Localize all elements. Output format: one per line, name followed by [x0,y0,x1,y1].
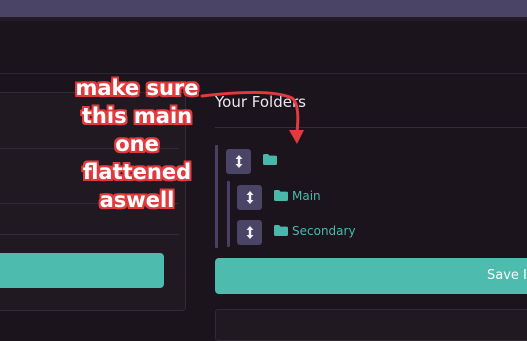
annotation-line: flattened [82,160,192,184]
folder-icon [274,190,288,201]
left-primary-button[interactable] [0,253,164,288]
drag-handle-icon[interactable] [237,220,262,245]
annotation-arrow-icon [200,90,304,144]
window-top-bar [0,0,527,17]
annotation-line: this main [81,104,193,128]
header-shadow [0,17,527,21]
annotation-text: make sure this main one flattened aswell [54,74,220,214]
tree-child-indent-line [227,181,230,247]
annotation-line: aswell [99,188,175,212]
folder-icon [274,225,288,236]
annotation-line: one [115,132,159,156]
drag-handle-icon[interactable] [237,185,262,210]
save-button[interactable]: Save I [215,258,527,294]
bottom-card [215,309,527,341]
annotation-line: make sure [75,76,199,100]
left-field-divider [0,234,179,235]
folder-label-secondary[interactable]: Secondary [292,224,356,238]
folder-label-main[interactable]: Main [292,189,321,203]
